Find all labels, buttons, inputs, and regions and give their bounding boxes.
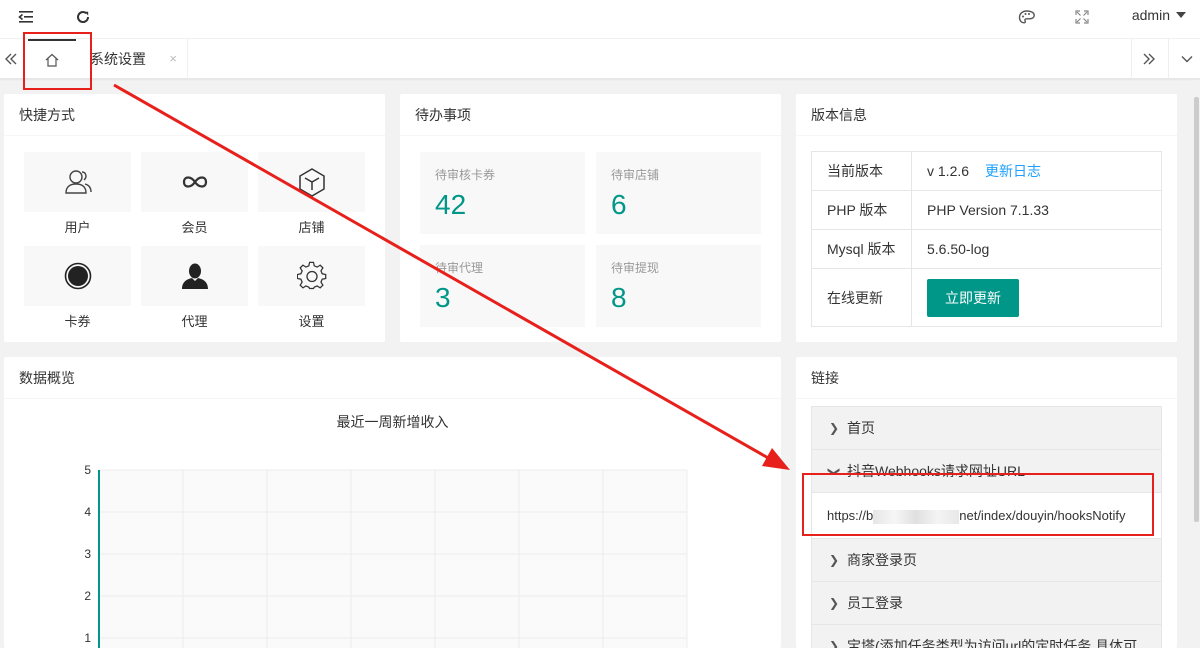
link-item-label: 商家登录页 bbox=[847, 552, 917, 568]
y-tick-label: 3 bbox=[84, 547, 91, 561]
theme-palette-icon[interactable] bbox=[1016, 6, 1038, 28]
link-item-staff-login[interactable]: ❯ 员工登录 bbox=[812, 582, 1161, 625]
link-item-home[interactable]: ❯ 首页 bbox=[812, 407, 1161, 450]
person-icon bbox=[181, 263, 208, 289]
current-version-label: 当前版本 bbox=[811, 151, 912, 191]
chevron-right-icon: ❯ bbox=[829, 596, 840, 610]
update-now-button[interactable]: 立即更新 bbox=[927, 278, 1019, 317]
online-update-cell: 立即更新 bbox=[911, 268, 1162, 327]
version-card: 版本信息 当前版本 v 1.2.6 更新日志 PHP 版本 PHP Version… bbox=[796, 94, 1177, 342]
fullscreen-icon[interactable] bbox=[1071, 6, 1093, 28]
tab-scroll-left-icon[interactable] bbox=[0, 39, 22, 79]
page-scrollbar-thumb[interactable] bbox=[1194, 97, 1199, 522]
y-tick-label: 4 bbox=[84, 505, 91, 519]
card-title: 版本信息 bbox=[796, 94, 1177, 136]
shortcut-tile[interactable] bbox=[24, 152, 131, 212]
infinity-icon bbox=[182, 176, 207, 188]
record-icon bbox=[64, 262, 91, 290]
link-item-merchant-login[interactable]: ❯ 商家登录页 bbox=[812, 539, 1161, 582]
shortcut-label: 用户 bbox=[64, 220, 91, 235]
shortcut-tile[interactable] bbox=[258, 152, 365, 212]
divider bbox=[1168, 39, 1169, 79]
todo-label: 待审代理 bbox=[435, 261, 484, 275]
table-row: 在线更新 立即更新 bbox=[811, 268, 1162, 327]
shortcut-tile[interactable] bbox=[24, 246, 131, 306]
shortcut-tile[interactable] bbox=[141, 246, 248, 306]
shortcut-member[interactable]: 会员 bbox=[141, 152, 248, 236]
tab-scroll-right-icon[interactable] bbox=[1138, 39, 1160, 79]
overview-card: 数据概览 最近一周新增收入 54321 bbox=[4, 357, 781, 648]
annotation-highlight-home bbox=[23, 32, 92, 90]
todo-label: 待审核卡券 bbox=[435, 168, 496, 182]
table-row: 当前版本 v 1.2.6 更新日志 bbox=[811, 151, 1162, 191]
todo-withdraw-review[interactable]: 待审提现 8 bbox=[596, 245, 761, 327]
php-version-label: PHP 版本 bbox=[811, 190, 912, 230]
user-menu[interactable]: admin bbox=[1132, 6, 1186, 24]
refresh-icon[interactable] bbox=[72, 6, 94, 28]
chevron-right-icon: ❯ bbox=[829, 421, 840, 435]
shortcut-label: 设置 bbox=[298, 314, 325, 329]
todo-count: 6 bbox=[611, 189, 627, 220]
shortcut-settings[interactable]: 设置 bbox=[258, 246, 365, 330]
chevron-down-icon bbox=[1176, 12, 1186, 18]
shortcut-label: 卡券 bbox=[64, 314, 91, 329]
menu-fold-icon[interactable] bbox=[16, 6, 38, 28]
tab-bar: 系统设置 × bbox=[0, 39, 1200, 79]
shortcut-agent[interactable]: 代理 bbox=[141, 246, 248, 330]
todo-card: 待办事项 待审核卡券 42 待审店铺 6 待审代理 3 待审提现 8 bbox=[400, 94, 781, 342]
todo-label: 待审提现 bbox=[611, 261, 660, 275]
shortcuts-card: 快捷方式 用户 会员 店铺 卡券 代理 设置 bbox=[4, 94, 385, 342]
y-tick-label: 1 bbox=[84, 631, 91, 645]
card-title: 待办事项 bbox=[400, 94, 781, 136]
annotation-highlight-url bbox=[802, 473, 1154, 536]
todo-count: 3 bbox=[435, 282, 451, 313]
mysql-version-label: Mysql 版本 bbox=[811, 229, 912, 269]
y-tick-label: 2 bbox=[84, 589, 91, 603]
online-update-label: 在线更新 bbox=[811, 268, 912, 327]
shortcut-tile[interactable] bbox=[141, 152, 248, 212]
user-icon bbox=[64, 170, 92, 194]
plot-area bbox=[99, 470, 687, 648]
link-item-label: 宝塔(添加任务类型为访问url的定时任务,具体可 bbox=[847, 638, 1138, 648]
close-icon[interactable]: × bbox=[169, 51, 177, 66]
income-chart: 5 4 3 2 1 bbox=[84, 463, 688, 648]
todo-agent-review[interactable]: 待审代理 3 bbox=[420, 245, 585, 327]
shortcut-label: 店铺 bbox=[298, 220, 325, 235]
link-item-label: 首页 bbox=[847, 420, 875, 436]
y-tick-label: 5 bbox=[84, 463, 91, 477]
username: admin bbox=[1131, 7, 1170, 23]
chevron-right-icon: ❯ bbox=[829, 553, 840, 567]
tab-label: 系统设置 bbox=[90, 51, 146, 67]
tab-dropdown-icon[interactable] bbox=[1176, 39, 1198, 79]
cube-icon bbox=[298, 168, 325, 197]
mysql-version-value: 5.6.50-log bbox=[911, 229, 1162, 269]
table-row: PHP 版本 PHP Version 7.1.33 bbox=[811, 190, 1162, 230]
todo-coupon-review[interactable]: 待审核卡券 42 bbox=[420, 152, 585, 234]
current-version-cell: v 1.2.6 更新日志 bbox=[911, 151, 1162, 191]
shortcut-user[interactable]: 用户 bbox=[24, 152, 131, 236]
shortcut-label: 代理 bbox=[181, 314, 208, 329]
shortcut-coupon[interactable]: 卡券 bbox=[24, 246, 131, 330]
chevron-right-icon: ❯ bbox=[829, 639, 840, 648]
version-table: 当前版本 v 1.2.6 更新日志 PHP 版本 PHP Version 7.1.… bbox=[811, 151, 1162, 327]
card-title: 快捷方式 bbox=[4, 94, 385, 136]
todo-count: 42 bbox=[435, 189, 467, 220]
shortcut-store[interactable]: 店铺 bbox=[258, 152, 365, 236]
link-item-baota[interactable]: ❯ 宝塔(添加任务类型为访问url的定时任务,具体可 bbox=[812, 625, 1161, 648]
tab-system-settings[interactable]: 系统设置 × bbox=[88, 39, 188, 79]
top-header: admin bbox=[0, 0, 1200, 39]
shortcut-label: 会员 bbox=[181, 220, 208, 235]
table-row: Mysql 版本 5.6.50-log bbox=[811, 229, 1162, 269]
divider bbox=[1131, 39, 1132, 79]
todo-store-review[interactable]: 待审店铺 6 bbox=[596, 152, 761, 234]
link-item-label: 员工登录 bbox=[847, 595, 903, 611]
php-version-value: PHP Version 7.1.33 bbox=[911, 190, 1162, 230]
gear-icon bbox=[296, 261, 326, 290]
todo-label: 待审店铺 bbox=[611, 168, 660, 182]
todo-count: 8 bbox=[611, 282, 627, 313]
shortcut-tile[interactable] bbox=[258, 246, 365, 306]
card-title: 链接 bbox=[796, 357, 1177, 399]
current-version-value: v 1.2.6 bbox=[927, 163, 970, 179]
changelog-link[interactable]: 更新日志 bbox=[985, 163, 1041, 179]
